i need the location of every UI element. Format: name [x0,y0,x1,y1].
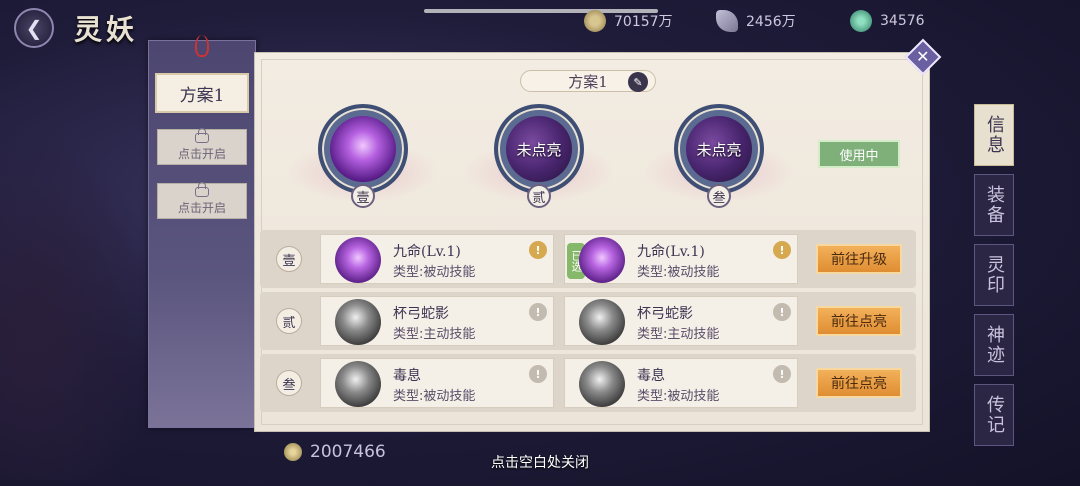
info-icon[interactable]: ! [773,303,791,321]
close-icon: ✕ [916,47,930,66]
skill-name: 杯弓蛇影 [393,306,449,322]
currency-coin: 70157万 [584,8,673,34]
skill-type: 类型:被动技能 [637,389,720,404]
poison-breath-icon [579,361,625,407]
scheme-3-locked[interactable]: 点击开启 [157,181,247,219]
in-use-button[interactable]: 使用中 [818,140,900,168]
tab-info[interactable]: 信息 [974,104,1014,166]
row-number: 叁 [276,370,302,396]
poison-breath-icon [335,361,381,407]
skill-row-1: 壹 九命(Lv.1) 类型:被动技能 ! 已选 九命(Lv.1) 类型:被动技能… [260,230,916,288]
info-icon[interactable]: ! [773,241,791,259]
nine-lives-icon [335,237,381,283]
skill-card-option[interactable]: 杯弓蛇影 类型:主动技能 ! [564,296,798,346]
currency-value: 2456万 [746,14,796,30]
unlit-orb-icon: 未点亮 [506,116,572,182]
light-up-button[interactable]: 前往点亮 [816,368,902,398]
orb-slot-3[interactable]: 未点亮 叁 [644,104,794,208]
orb-number: 叁 [707,184,731,208]
tab-miracle[interactable]: 神迹 [974,314,1014,376]
upgrade-button[interactable]: 前往升级 [816,244,902,274]
row-number: 壹 [276,246,302,272]
orb-slot-2[interactable]: 未点亮 贰 [464,104,614,208]
background-tree [0,120,160,480]
info-icon[interactable]: ! [529,365,547,383]
orb-slot-1[interactable]: 壹 [288,104,438,208]
tab-biography[interactable]: 传记 [974,384,1014,446]
feather-icon [716,10,738,32]
nine-lives-orb-icon [330,116,396,182]
skill-type: 类型:主动技能 [637,327,720,342]
currency-value: 34576 [880,13,925,29]
skill-type: 类型:主动技能 [393,327,476,342]
currency-jade: 34576 [850,8,925,34]
skill-name: 九命(Lv.1) [637,244,705,260]
skill-type: 类型:被动技能 [393,389,476,404]
skill-name: 毒息 [637,368,665,384]
skill-type: 类型:被动技能 [393,265,476,280]
lock-icon [195,127,209,143]
screen-title: 灵妖 [74,13,139,46]
skill-row-2: 贰 杯弓蛇影 类型:主动技能 ! 杯弓蛇影 类型:主动技能 ! 前往点亮 [260,292,916,350]
currency-value: 70157万 [614,14,673,30]
skill-name: 杯弓蛇影 [637,306,693,322]
unlit-orb-icon: 未点亮 [686,116,752,182]
info-icon[interactable]: ! [529,303,547,321]
light-up-button[interactable]: 前往点亮 [816,306,902,336]
locked-label: 点击开启 [177,200,226,215]
currency-feather: 2456万 [716,8,796,34]
skill-type: 类型:被动技能 [637,265,720,280]
skill-name: 毒息 [393,368,421,384]
snake-shadow-icon [579,299,625,345]
skill-row-3: 叁 毒息 类型:被动技能 ! 毒息 类型:被动技能 ! 前往点亮 [260,354,916,412]
coin-icon [584,10,606,32]
close-hint: 点击空白处关闭 [491,455,589,471]
skill-card-current[interactable]: 杯弓蛇影 类型:主动技能 ! [320,296,554,346]
nine-lives-icon [579,237,625,283]
lock-icon [195,181,209,197]
tab-spirit-seal[interactable]: 灵印 [974,244,1014,306]
snake-shadow-icon [335,299,381,345]
info-icon[interactable]: ! [529,241,547,259]
right-tab-bar: 信息 装备 灵印 神迹 传记 [974,104,1014,454]
skill-card-current[interactable]: 九命(Lv.1) 类型:被动技能 ! [320,234,554,284]
back-button[interactable]: ❮ [14,8,54,48]
tab-equipment[interactable]: 装备 [974,174,1014,236]
skill-card-selected[interactable]: 已选 九命(Lv.1) 类型:被动技能 ! [564,234,798,284]
scheme-1-button[interactable]: 方案1 [155,73,249,113]
back-arrow-icon: ❮ [25,16,43,40]
scheme-2-locked[interactable]: 点击开启 [157,127,247,165]
skill-card-option[interactable]: 毒息 类型:被动技能 ! [564,358,798,408]
row-number: 贰 [276,308,302,334]
jade-icon [850,10,872,32]
locked-label: 点击开启 [177,146,226,161]
skill-card-current[interactable]: 毒息 类型:被动技能 ! [320,358,554,408]
info-icon[interactable]: ! [773,365,791,383]
edit-button[interactable]: ✎ [628,72,648,92]
orb-number: 贰 [527,184,551,208]
brush-icon: ✎ [633,75,643,89]
skill-name: 九命(Lv.1) [393,244,461,260]
orb-number: 壹 [351,184,375,208]
knot-ornament-icon [195,35,209,57]
scheme-list: 方案1 点击开启 点击开启 [148,35,256,428]
